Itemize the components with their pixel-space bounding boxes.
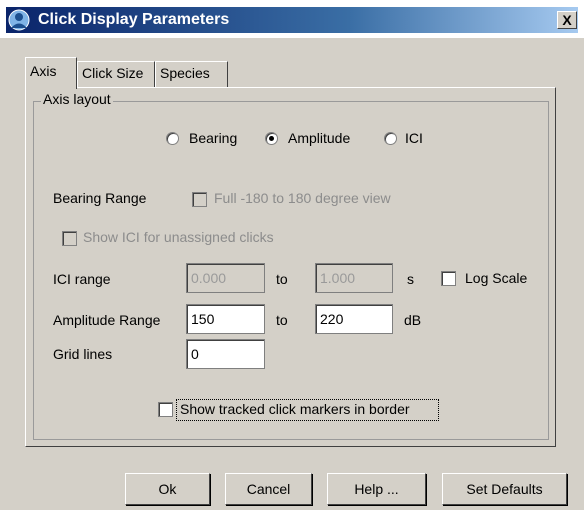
amplitude-radio[interactable] — [265, 132, 278, 145]
bearing-radio[interactable] — [166, 132, 179, 145]
tab-click-size[interactable]: Click Size — [77, 61, 155, 87]
tracked-markers-label[interactable]: Show tracked click markers in border — [180, 401, 410, 417]
dialog-window: Click Display Parameters X Axis Click Si… — [0, 0, 584, 510]
ici-unit-label: s — [407, 271, 414, 287]
log-scale-checkbox[interactable] — [441, 271, 456, 286]
grid-lines-field[interactable]: 0 — [186, 339, 265, 369]
help-button[interactable]: Help ... — [327, 473, 426, 505]
tracked-markers-checkbox[interactable] — [158, 402, 173, 417]
show-ici-unassigned-label[interactable]: Show ICI for unassigned clicks — [83, 229, 274, 245]
cancel-button[interactable]: Cancel — [225, 473, 312, 505]
ok-button[interactable]: Ok — [125, 473, 210, 505]
amplitude-min-field[interactable]: 150 — [186, 304, 265, 334]
full-view-checkbox[interactable] — [192, 192, 207, 207]
close-icon: X — [562, 12, 572, 28]
ici-radio[interactable] — [384, 132, 397, 145]
window-title: Click Display Parameters — [38, 11, 230, 28]
radio-selected-dot — [269, 136, 274, 141]
ici-range-label: ICI range — [53, 271, 111, 287]
amplitude-max-field[interactable]: 220 — [315, 304, 393, 334]
title-bar: Click Display Parameters X — [0, 0, 584, 38]
amplitude-radio-label[interactable]: Amplitude — [288, 130, 350, 146]
full-view-label[interactable]: Full -180 to 180 degree view — [214, 190, 391, 206]
ici-radio-label[interactable]: ICI — [405, 130, 423, 146]
ici-max-field[interactable]: 1.000 — [315, 263, 393, 293]
amplitude-range-label: Amplitude Range — [53, 312, 161, 328]
tab-species-label: Species — [160, 65, 210, 81]
ici-min-field[interactable]: 0.000 — [186, 263, 265, 293]
close-button[interactable]: X — [557, 11, 577, 29]
tab-axis[interactable]: Axis — [25, 57, 77, 89]
log-scale-label[interactable]: Log Scale — [465, 270, 527, 286]
amplitude-to-label: to — [276, 312, 288, 328]
set-defaults-button[interactable]: Set Defaults — [442, 473, 567, 505]
grid-lines-label: Grid lines — [53, 346, 113, 362]
tab-species[interactable]: Species — [155, 61, 228, 87]
bearing-range-label: Bearing Range — [53, 190, 147, 206]
tab-axis-label: Axis — [30, 63, 57, 79]
tab-click-size-label: Click Size — [82, 65, 144, 81]
show-ici-unassigned-checkbox[interactable] — [62, 231, 77, 246]
amplitude-unit-label: dB — [404, 312, 422, 328]
axis-layout-legend: Axis layout — [41, 91, 113, 107]
ici-to-label: to — [276, 271, 288, 287]
bearing-radio-label[interactable]: Bearing — [189, 130, 237, 146]
app-icon — [8, 9, 30, 31]
